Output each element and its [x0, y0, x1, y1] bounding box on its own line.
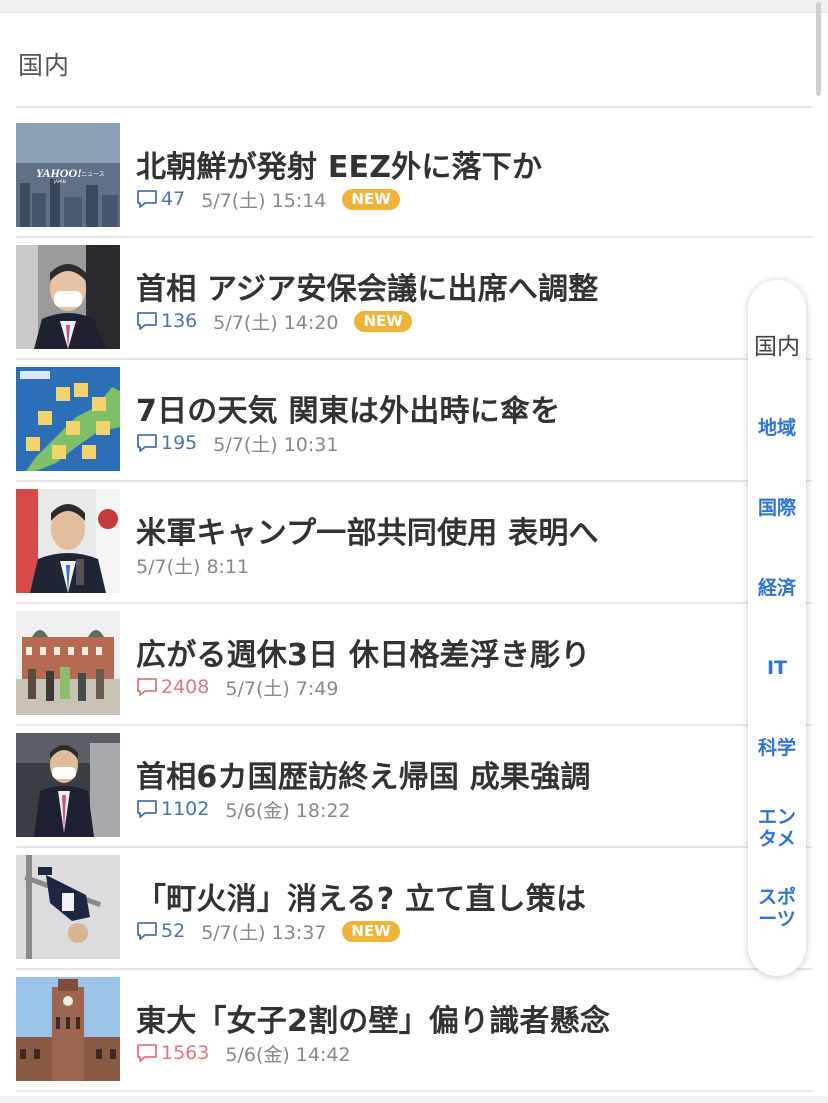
category-tab-economy[interactable]: 経済: [748, 577, 806, 599]
article-list: YAHOO! ニュース JAPAN 北朝鮮が発射 EEZ外に落下か 47 5/7…: [16, 116, 812, 1092]
comment-icon: [137, 800, 157, 818]
new-badge: NEW: [342, 920, 400, 942]
article-item[interactable]: 「町火消」消える? 立て直し策は 52 5/7(土) 13:37 NEW: [16, 848, 812, 970]
comment-count: 52: [136, 920, 185, 942]
article-title[interactable]: 広がる週休3日 休日格差浮き彫り: [136, 630, 591, 674]
category-tab-local[interactable]: 地域: [748, 417, 806, 439]
comment-count: 195: [136, 432, 197, 454]
article-title[interactable]: 首相 アジア安保会議に出席へ調整: [136, 264, 598, 308]
section-title: 国内: [18, 51, 71, 80]
new-badge: NEW: [354, 310, 412, 332]
svg-text:JAPAN: JAPAN: [53, 179, 66, 184]
comment-icon: [137, 434, 157, 452]
article-item[interactable]: 7日の天気 関東は外出時に傘を 195 5/7(土) 10:31: [16, 360, 812, 482]
article-title[interactable]: 首相6カ国歴訪終え帰国 成果強調: [136, 752, 591, 796]
article-title[interactable]: 米軍キャンプ一部共同使用 表明へ: [136, 508, 599, 552]
article-date: 5/7(土) 13:37: [201, 921, 327, 944]
svg-text:ニュース: ニュース: [81, 171, 105, 178]
article-item[interactable]: YAHOO! ニュース JAPAN 北朝鮮が発射 EEZ外に落下か 47 5/7…: [16, 116, 812, 238]
comment-count: 136: [136, 310, 197, 332]
category-tab-sports[interactable]: スポーツ: [757, 886, 797, 930]
article-item[interactable]: 広がる週休3日 休日格差浮き彫り 2408 5/7(土) 7:49: [16, 604, 812, 726]
comment-icon: [137, 1044, 157, 1062]
article-thumbnail: [16, 367, 120, 471]
article-title[interactable]: 北朝鮮が発射 EEZ外に落下か: [136, 142, 542, 186]
category-tab-science[interactable]: 科学: [748, 737, 806, 759]
category-tab-it[interactable]: IT: [748, 657, 806, 679]
article-date: 5/6(金) 18:22: [225, 799, 351, 822]
section-header: 国内: [16, 12, 812, 108]
article-date: 5/7(土) 10:31: [213, 433, 339, 456]
category-tab-domestic[interactable]: 国内: [748, 336, 806, 359]
comment-icon: [137, 190, 157, 208]
article-date: 5/7(土) 14:20: [213, 311, 339, 334]
article-item[interactable]: 首相 アジア安保会議に出席へ調整 136 5/7(土) 14:20 NEW: [16, 238, 812, 360]
article-title[interactable]: 東大「女子2割の壁」偏り識者懸念: [136, 996, 610, 1040]
category-tab-entertainment[interactable]: エンタメ: [757, 806, 797, 850]
article-meta: 1563 5/6(金) 14:42: [136, 1040, 351, 1066]
category-side-nav: 国内 地域 国際 経済 IT 科学 エンタメ スポーツ: [748, 280, 806, 976]
article-meta: 52 5/7(土) 13:37 NEW: [136, 918, 400, 944]
comment-count: 47: [136, 188, 185, 210]
article-meta: 47 5/7(土) 15:14 NEW: [136, 186, 400, 212]
article-item[interactable]: 東大「女子2割の壁」偏り識者懸念 1563 5/6(金) 14:42: [16, 970, 812, 1092]
comment-count: 2408: [136, 676, 209, 698]
article-thumbnail: [16, 977, 120, 1081]
article-date: 5/6(金) 14:42: [225, 1043, 351, 1066]
category-tab-world[interactable]: 国際: [748, 497, 806, 519]
article-date: 5/7(土) 15:14: [201, 189, 327, 212]
comment-icon: [137, 922, 157, 940]
article-thumbnail: [16, 245, 120, 349]
new-badge: NEW: [342, 188, 400, 210]
comment-count: 1102: [136, 798, 209, 820]
article-meta: 2408 5/7(土) 7:49: [136, 674, 338, 700]
article-meta: 195 5/7(土) 10:31: [136, 430, 338, 456]
article-date: 5/7(土) 7:49: [225, 677, 339, 700]
svg-text:YAHOO!: YAHOO!: [36, 166, 82, 180]
comment-icon: [137, 678, 157, 696]
article-thumbnail: [16, 611, 120, 715]
article-thumbnail: [16, 733, 120, 837]
comment-icon: [137, 312, 157, 330]
article-item[interactable]: 米軍キャンプ一部共同使用 表明へ 5/7(土) 8:11: [16, 482, 812, 604]
bottom-bar: [0, 1096, 828, 1103]
scrollbar-thumb[interactable]: [816, 2, 821, 96]
comment-count: 1563: [136, 1042, 209, 1064]
article-thumbnail: [16, 489, 120, 593]
article-thumbnail: [16, 855, 120, 959]
article-meta: 5/7(土) 8:11: [136, 552, 249, 578]
article-meta: 136 5/7(土) 14:20 NEW: [136, 308, 412, 334]
article-title[interactable]: 7日の天気 関東は外出時に傘を: [136, 386, 560, 430]
article-date: 5/7(土) 8:11: [136, 555, 250, 578]
article-thumbnail: YAHOO! ニュース JAPAN: [16, 123, 120, 227]
article-meta: 1102 5/6(金) 18:22: [136, 796, 351, 822]
article-title[interactable]: 「町火消」消える? 立て直し策は: [136, 874, 586, 918]
article-item[interactable]: 首相6カ国歴訪終え帰国 成果強調 1102 5/6(金) 18:22: [16, 726, 812, 848]
